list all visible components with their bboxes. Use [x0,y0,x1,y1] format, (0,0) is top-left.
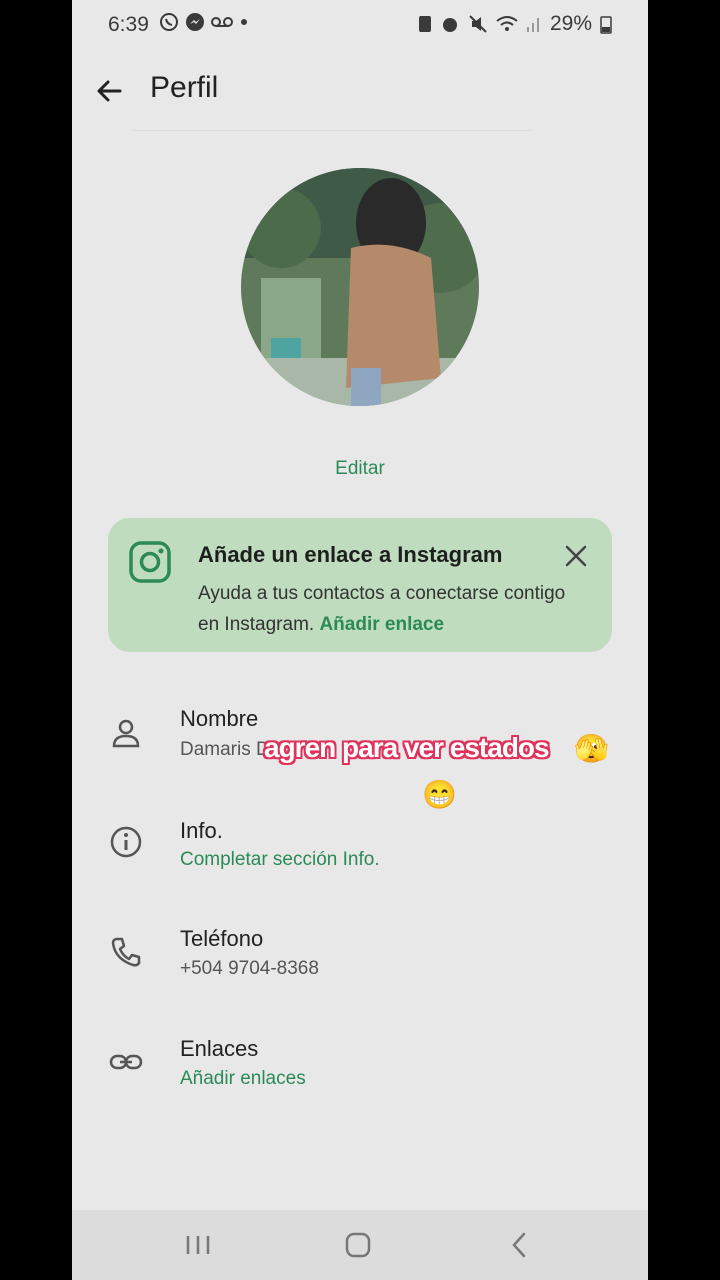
back-nav-icon[interactable] [502,1230,538,1260]
status-bar: 6:39 29% [72,0,648,50]
phone-label: Teléfono [180,926,264,951]
add-links-link[interactable]: Añadir enlaces [180,1068,306,1090]
add-link-button[interactable]: Añadir enlace [319,614,444,635]
grin-emoji: 😁 [422,779,457,810]
whatsapp-icon [160,13,178,31]
link-icon [109,1054,143,1070]
notification-icons [159,12,249,32]
alarm-icon [442,18,457,32]
header-divider [132,130,532,131]
profile-screen: 6:39 29% Perfil Editar Añade un enlace a… [72,0,648,1280]
mute-icon [469,15,487,33]
instagram-icon [129,541,171,583]
battery-percent: 29% [549,12,592,35]
peeking-face-emoji: 🫣 [574,733,609,764]
instagram-card-title: Añade un enlace a Instagram [198,542,503,567]
info-label: Info. [180,818,223,843]
phone-value: +504 9704-8368 [180,958,319,979]
name-label: Nombre [180,706,259,731]
status-time: 6:39 [108,13,149,36]
phone-row[interactable]: Teléfono +504 9704-8368 [72,922,648,1012]
voicemail-icon [211,17,233,27]
profile-photo-image [241,168,479,406]
sim-icon [418,16,431,32]
signal-icon [526,18,539,32]
info-row[interactable]: Info. Completar sección Info. [72,812,648,902]
overlay-caption: agren para ver estados [264,732,550,763]
complete-info-link[interactable]: Completar sección Info. [180,849,380,871]
dot-icon [241,19,247,25]
phone-icon [111,937,141,967]
messenger-icon [186,13,204,31]
links-row[interactable]: Enlaces Añadir enlaces [72,1032,648,1122]
system-nav-bar [72,1210,648,1280]
back-arrow-icon[interactable] [90,71,130,111]
recent-apps-icon[interactable] [180,1230,216,1260]
info-icon [110,826,142,858]
instagram-card-body: Ayuda a tus contactos a conectarse conti… [198,578,578,640]
app-bar: Perfil [72,55,648,127]
links-label: Enlaces [180,1036,259,1061]
battery-icon [600,16,612,34]
page-title: Perfil [150,71,219,104]
home-icon[interactable] [340,1230,376,1260]
person-icon [112,719,140,748]
edit-photo-link[interactable]: Editar [72,458,648,480]
instagram-link-card: Añade un enlace a Instagram Ayuda a tus … [108,518,612,652]
system-icons: 29% [418,12,612,36]
wifi-icon [496,16,518,31]
profile-photo[interactable] [241,168,479,406]
close-icon[interactable] [562,542,590,570]
